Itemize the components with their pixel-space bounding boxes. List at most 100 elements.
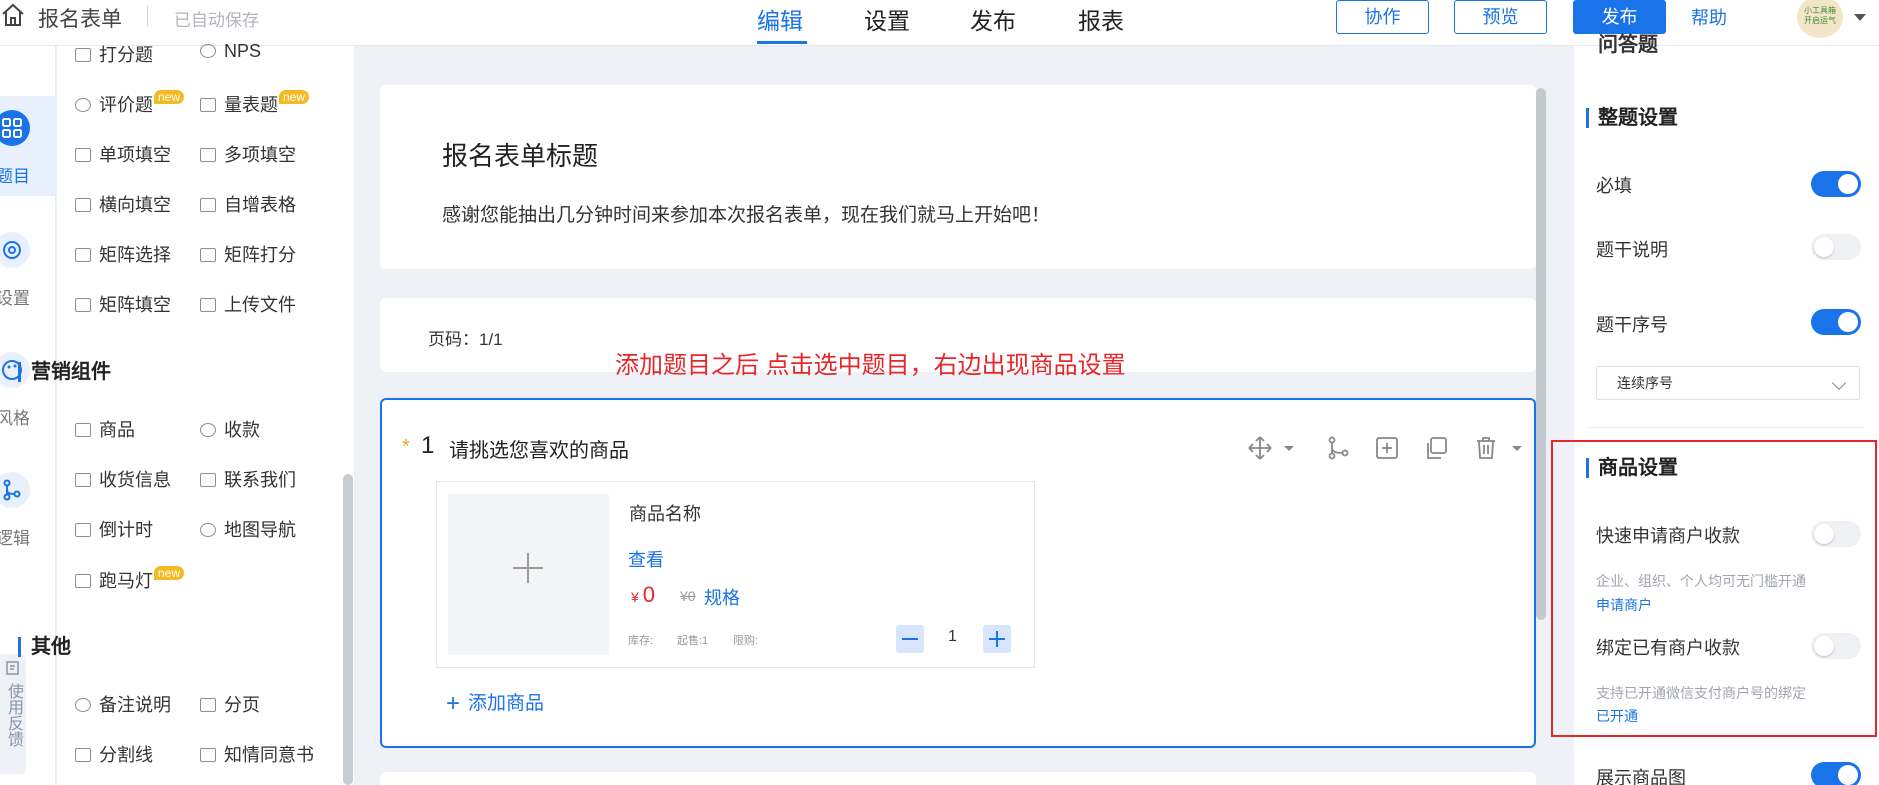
rail-label-logic: 逻辑 xyxy=(0,529,30,548)
hourglass-icon xyxy=(75,523,91,537)
clipped-section-title: 问答题 xyxy=(1598,34,1658,56)
collab-button[interactable]: 协作 xyxy=(1336,0,1429,34)
sequence-select[interactable]: 连续序号 xyxy=(1596,366,1860,400)
matrix-fill-icon xyxy=(75,298,91,312)
preview-button[interactable]: 预览 xyxy=(1454,0,1547,34)
product-view-link[interactable]: 查看 xyxy=(628,546,664,572)
avatar-text-line-2: 开启运气 xyxy=(1804,16,1836,25)
active-tab-indicator xyxy=(757,41,807,44)
palette-scrollbar[interactable] xyxy=(343,474,353,785)
upload-icon xyxy=(200,298,216,312)
palette-item-label: 多项填空 xyxy=(224,145,296,165)
palette-item-scale[interactable]: 量表题 new xyxy=(200,90,310,117)
required-toggle[interactable] xyxy=(1811,171,1861,197)
palette-item-matrix-choice[interactable]: 矩阵选择 xyxy=(75,241,171,267)
autosave-status: 已自动保存 xyxy=(174,11,259,30)
palette-item-single-fill[interactable]: 单项填空 xyxy=(75,141,171,167)
section-title-marketing: 营销组件 xyxy=(18,362,111,382)
palette-item-inline-fill[interactable]: 横向填空 xyxy=(75,191,171,217)
rail-label-questions: 题目 xyxy=(0,167,30,186)
palette-item-label: 联系我们 xyxy=(224,470,296,490)
feedback-button[interactable]: 使用反馈 xyxy=(0,654,26,774)
tab-edit[interactable]: 编辑 xyxy=(757,2,803,36)
palette-item-label: 地图导航 xyxy=(224,520,296,540)
palette-item-nps[interactable]: NPS xyxy=(200,41,261,62)
copy-icon[interactable] xyxy=(1422,434,1450,462)
logic-branch-icon[interactable] xyxy=(1324,434,1352,462)
section-title-other: 其他 xyxy=(18,637,71,657)
document-icon xyxy=(200,748,216,762)
show-image-toggle[interactable] xyxy=(1811,762,1861,785)
add-product-label: 添加商品 xyxy=(468,693,545,714)
question-number: 1 xyxy=(421,432,435,459)
palette-item-label: 商品 xyxy=(99,420,135,440)
canvas-scrollbar[interactable] xyxy=(1536,88,1546,620)
tab-settings[interactable]: 设置 xyxy=(864,2,910,36)
more-dropdown-icon[interactable] xyxy=(1510,434,1524,462)
marquee-icon xyxy=(75,574,91,588)
gear-icon xyxy=(0,232,30,268)
sequence-toggle[interactable] xyxy=(1811,309,1861,335)
palette-item-rating[interactable]: 打分题 xyxy=(75,41,153,67)
palette-item-matrix-score[interactable]: 矩阵打分 xyxy=(200,241,296,267)
new-badge: new xyxy=(154,566,185,580)
payment-icon xyxy=(200,423,216,437)
palette-item-multi-fill[interactable]: 多项填空 xyxy=(200,141,296,167)
left-rail: 题目 设置 风格 逻辑 使用反馈 xyxy=(0,46,56,785)
move-icon[interactable] xyxy=(1246,434,1274,462)
palette-item-pagination[interactable]: 分页 xyxy=(200,691,260,717)
table-icon xyxy=(200,198,216,212)
palette-item-payment[interactable]: 收款 xyxy=(200,416,260,442)
quantity-minus-button[interactable] xyxy=(896,625,924,653)
quantity-plus-button[interactable] xyxy=(983,625,1011,653)
form-header-card[interactable] xyxy=(380,85,1536,269)
product-stock: 库存: xyxy=(628,635,654,647)
palette-item-countdown[interactable]: 倒计时 xyxy=(75,516,153,542)
product-name[interactable]: 商品名称 xyxy=(629,500,701,526)
palette-item-review[interactable]: 评价题 new xyxy=(75,90,185,117)
palette-item-matrix-fill[interactable]: 矩阵填空 xyxy=(75,291,171,317)
compass-icon xyxy=(200,523,216,537)
form-description[interactable]: 感谢您能抽出几分钟时间来参加本次报名表单，现在我们就马上开始吧！ xyxy=(442,200,1050,227)
palette-item-label: 收款 xyxy=(224,420,260,440)
question-title[interactable]: 请挑选您喜欢的商品 xyxy=(449,434,629,463)
palette-item-label: 量表题 xyxy=(224,95,278,115)
palette-item-map[interactable]: 地图导航 xyxy=(200,516,296,542)
edit-icon xyxy=(6,661,19,675)
palette-item-label: 打分题 xyxy=(99,45,153,65)
description-toggle[interactable] xyxy=(1811,234,1861,260)
palette-item-label: 备注说明 xyxy=(99,695,171,715)
palette-item-product[interactable]: 商品 xyxy=(75,416,135,442)
star-icon xyxy=(200,98,216,112)
palette-item-shipping[interactable]: 收货信息 xyxy=(75,466,171,492)
help-link[interactable]: 帮助 xyxy=(1691,4,1727,30)
tab-report[interactable]: 报表 xyxy=(1078,2,1124,36)
avatar[interactable]: 小工具箱 开启运气 xyxy=(1797,0,1843,38)
palette-item-label: 知情同意书 xyxy=(224,745,314,765)
palette-item-marquee[interactable]: 跑马灯 new xyxy=(75,566,185,593)
quantity-value[interactable]: 1 xyxy=(948,628,957,646)
palette-item-label: 分割线 xyxy=(99,745,153,765)
chevron-down-icon[interactable] xyxy=(1854,14,1866,21)
product-spec-link[interactable]: 规格 xyxy=(704,584,740,610)
add-product-button[interactable]: + 添加商品 xyxy=(446,688,544,718)
gauge-icon xyxy=(200,44,216,58)
form-title[interactable]: 报名表单标题 xyxy=(442,136,598,173)
home-icon[interactable] xyxy=(0,2,26,28)
move-dropdown-icon[interactable] xyxy=(1282,434,1296,462)
delete-icon[interactable] xyxy=(1472,434,1500,462)
palette-item-divider[interactable]: 分割线 xyxy=(75,741,153,767)
section-divider xyxy=(1586,427,1864,428)
feedback-label: 使用反馈 xyxy=(5,683,22,747)
add-question-icon[interactable] xyxy=(1373,434,1401,462)
palette-item-note[interactable]: 备注说明 xyxy=(75,691,171,717)
palette-item-auto-table[interactable]: 自增表格 xyxy=(200,191,296,217)
checkbox-icon xyxy=(75,473,91,487)
palette-item-contact[interactable]: 联系我们 xyxy=(200,466,296,492)
palette-item-consent[interactable]: 知情同意书 xyxy=(200,741,314,767)
branch-icon xyxy=(0,472,30,508)
palette-item-label: 矩阵打分 xyxy=(224,245,296,265)
next-question-card[interactable] xyxy=(380,772,1536,785)
tab-publish[interactable]: 发布 xyxy=(970,2,1016,36)
palette-item-upload[interactable]: 上传文件 xyxy=(200,291,296,317)
